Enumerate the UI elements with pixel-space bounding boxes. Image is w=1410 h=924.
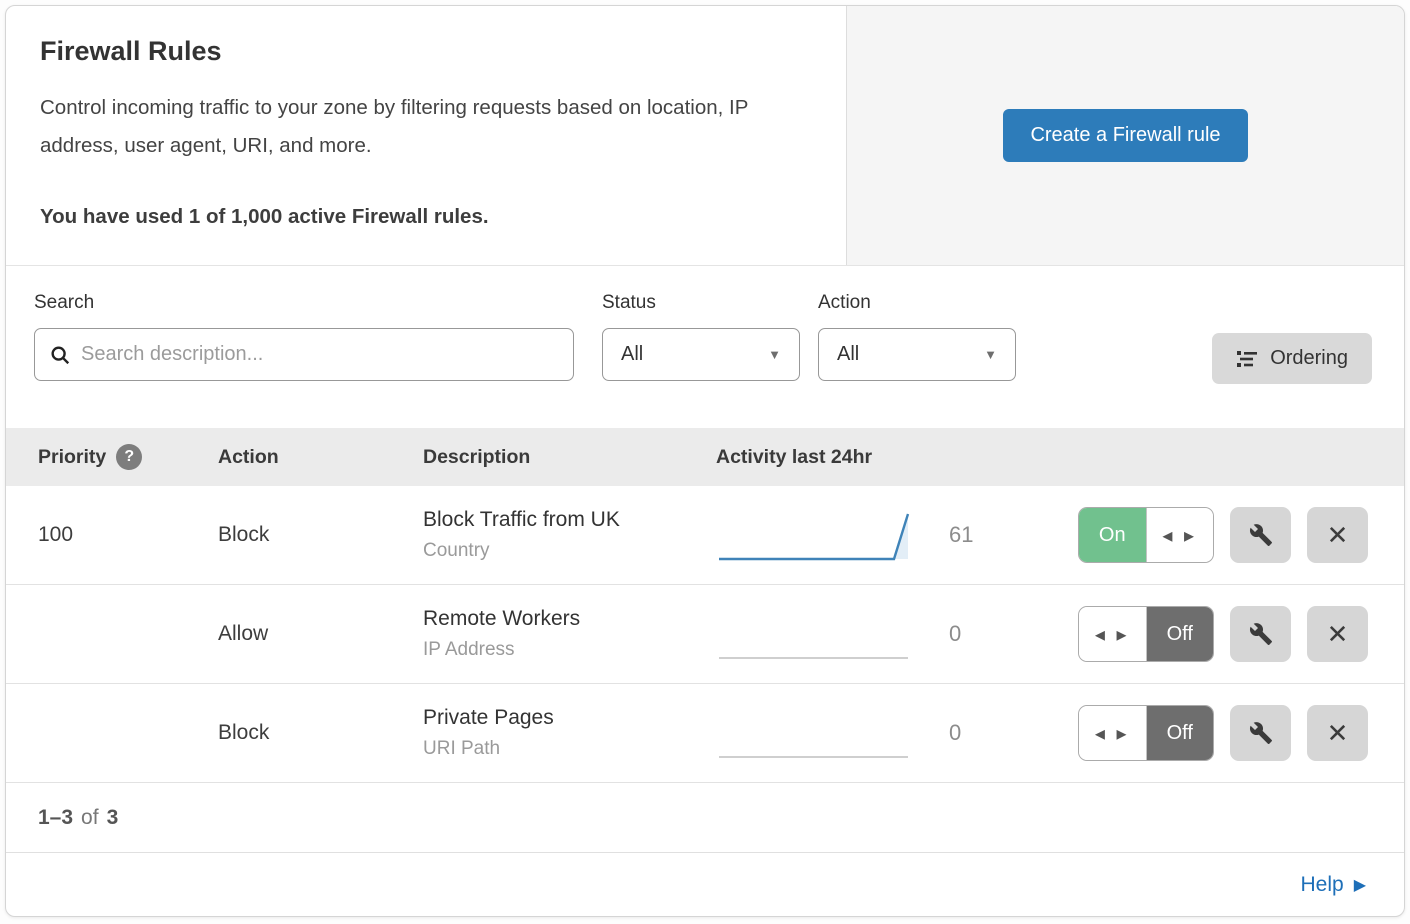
status-dropdown[interactable]: All ▼ [602,328,800,381]
column-header-description: Description [423,446,530,468]
toggle-drag-handle-icon: ◂ ▸ [1079,607,1147,661]
toggle-off-label: Off [1147,706,1214,760]
chevron-down-icon: ▼ [768,347,781,362]
rule-action: Block [218,523,423,547]
chevron-down-icon: ▼ [984,347,997,362]
table-row: 100 Block Block Traffic from UK Country … [6,486,1404,585]
priority-help-icon[interactable]: ? [116,444,142,470]
header-text-block: Firewall Rules Control incoming traffic … [6,6,846,265]
create-rule-panel: Create a Firewall rule [846,6,1404,265]
ordering-button-label: Ordering [1270,347,1348,370]
edit-rule-button[interactable] [1230,705,1291,761]
action-dropdown-value: All [837,343,859,366]
delete-rule-button[interactable]: ✕ [1307,507,1368,563]
pagination-bar: 1–3 of 3 [6,783,1404,853]
toggle-on-label: On [1079,508,1146,562]
table-header-row: Priority? Action Description Activity la… [6,428,1404,486]
column-header-priority: Priority [38,446,106,468]
ordering-list-icon [1236,348,1258,370]
pagination-of: of [81,806,99,830]
help-link[interactable]: Help ▶ [1300,873,1366,897]
activity-count: 0 [949,720,1009,746]
search-box[interactable] [34,328,574,381]
wrench-icon [1249,523,1273,547]
rule-action: Block [218,721,423,745]
usage-note: You have used 1 of 1,000 active Firewall… [40,205,812,229]
rule-enabled-toggle[interactable]: ◂ ▸ Off [1078,606,1214,662]
activity-sparkline [716,702,921,764]
action-label: Action [818,292,1016,314]
rule-enabled-toggle[interactable]: ◂ ▸ Off [1078,705,1214,761]
pagination-total: 3 [107,806,119,830]
ordering-button[interactable]: Ordering [1212,333,1372,384]
delete-rule-button[interactable]: ✕ [1307,606,1368,662]
rule-match-type: IP Address [423,639,716,661]
rule-description: Remote Workers [423,607,716,631]
column-header-action: Action [218,446,279,468]
activity-count: 0 [949,621,1009,647]
rule-priority: 100 [38,523,218,547]
column-header-activity: Activity last 24hr [716,446,872,469]
toggle-off-label: Off [1147,607,1214,661]
create-firewall-rule-button[interactable]: Create a Firewall rule [1003,109,1247,162]
page-title: Firewall Rules [40,36,812,67]
search-input[interactable] [81,343,559,366]
close-icon: ✕ [1327,619,1349,650]
edit-rule-button[interactable] [1230,507,1291,563]
activity-count: 61 [949,522,1009,548]
pagination-range: 1–3 [38,806,73,830]
close-icon: ✕ [1327,520,1349,551]
wrench-icon [1249,721,1273,745]
help-bar: Help ▶ [6,853,1404,916]
toggle-drag-handle-icon: ◂ ▸ [1146,508,1214,562]
header-section: Firewall Rules Control incoming traffic … [6,6,1404,266]
wrench-icon [1249,622,1273,646]
rule-match-type: URI Path [423,738,716,760]
status-label: Status [602,292,800,314]
delete-rule-button[interactable]: ✕ [1307,705,1368,761]
search-icon [49,344,71,366]
toggle-drag-handle-icon: ◂ ▸ [1079,706,1147,760]
search-label: Search [34,292,574,314]
activity-sparkline [716,504,921,566]
rule-enabled-toggle[interactable]: On ◂ ▸ [1078,507,1214,563]
rule-match-type: Country [423,540,716,562]
page-description: Control incoming traffic to your zone by… [40,89,810,165]
table-row: Block Private Pages URI Path 0 ◂ ▸ Off [6,684,1404,783]
firewall-rules-card: Firewall Rules Control incoming traffic … [5,5,1405,917]
action-dropdown[interactable]: All ▼ [818,328,1016,381]
rule-description: Private Pages [423,706,716,730]
rule-action: Allow [218,622,423,646]
status-dropdown-value: All [621,343,643,366]
help-arrow-icon: ▶ [1354,875,1366,895]
edit-rule-button[interactable] [1230,606,1291,662]
help-link-label: Help [1300,873,1343,897]
rule-description: Block Traffic from UK [423,508,716,532]
activity-sparkline [716,603,921,665]
table-row: Allow Remote Workers IP Address 0 ◂ ▸ Of… [6,585,1404,684]
filters-bar: Search Status All ▼ Action All ▼ [6,266,1404,428]
close-icon: ✕ [1327,718,1349,749]
